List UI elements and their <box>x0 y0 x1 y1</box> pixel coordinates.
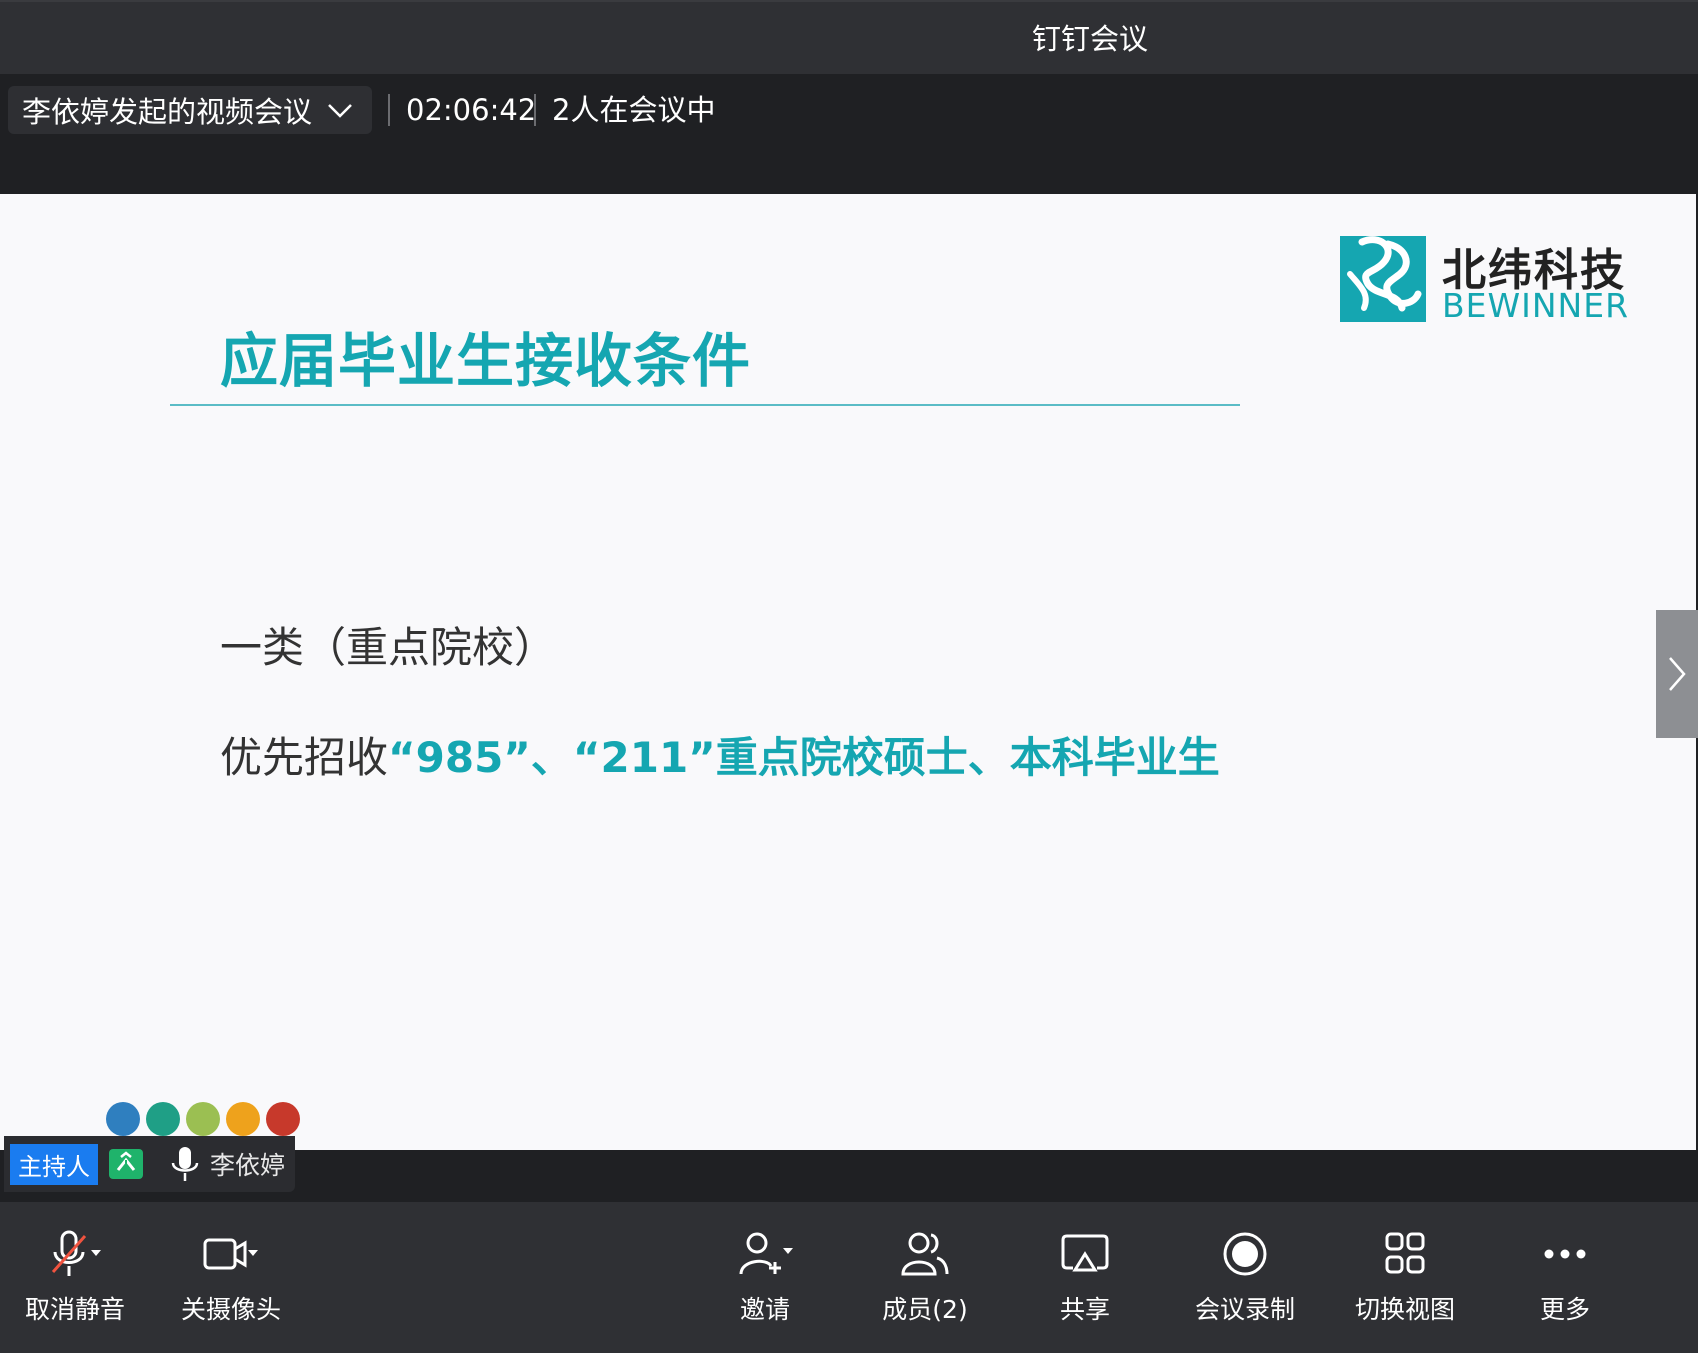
window-title: 钉钉会议 <box>1031 22 1148 56</box>
more-button[interactable]: 更多 <box>1490 1230 1640 1330</box>
dot <box>266 1102 300 1136</box>
invite-button[interactable]: 邀请 <box>690 1230 840 1330</box>
next-page-button[interactable] <box>1656 610 1698 738</box>
users-icon <box>901 1232 949 1276</box>
dot <box>186 1102 220 1136</box>
decorative-dots <box>106 1102 300 1136</box>
chevron-right-icon <box>1669 657 1686 691</box>
participant-count: 2人在会议中 <box>552 93 716 127</box>
members-label: 成员(2) <box>882 1295 968 1324</box>
record-icon <box>1223 1232 1267 1276</box>
members-button[interactable]: 成员(2) <box>850 1230 1000 1330</box>
dot <box>226 1102 260 1136</box>
camera-icon <box>203 1238 258 1270</box>
screen-share-icon <box>109 1149 143 1179</box>
share-label: 共享 <box>1059 1295 1110 1324</box>
divider <box>534 94 536 126</box>
meeting-info-bar: 李依婷发起的视频会议 02:06:42 2人在会议中 <box>0 74 1698 194</box>
dot <box>146 1102 180 1136</box>
slide-category: 一类（重点院校） <box>220 623 557 672</box>
logo-text-en: BEWINNER <box>1442 286 1630 325</box>
heading-underline <box>170 404 1240 406</box>
switch-view-button[interactable]: 切换视图 <box>1330 1230 1480 1330</box>
record-label: 会议录制 <box>1194 1295 1295 1324</box>
screen-share-icon <box>1061 1234 1109 1272</box>
invite-label: 邀请 <box>739 1295 790 1324</box>
active-speaker-tag: 主持人 李依婷 <box>4 1136 296 1192</box>
add-user-icon <box>739 1232 793 1275</box>
grid-view-icon <box>1385 1232 1425 1274</box>
camera-off-label: 关摄像头 <box>180 1295 281 1324</box>
share-button[interactable]: 共享 <box>1010 1230 1160 1330</box>
camera-off-button[interactable]: 关摄像头 <box>156 1230 306 1330</box>
mic-muted-icon <box>51 1230 101 1276</box>
more-dots-icon <box>1544 1249 1586 1259</box>
unmute-button[interactable]: 取消静音 <box>0 1230 150 1330</box>
switch-view-label: 切换视图 <box>1354 1295 1455 1324</box>
meeting-name: 李依婷发起的视频会议 <box>22 95 313 129</box>
dot <box>106 1102 140 1136</box>
logo-mark-icon <box>1340 236 1426 322</box>
slide-body-line: 优先招收“985”、“211”重点院校硕士、本科毕业生 <box>220 724 1220 785</box>
unmute-label: 取消静音 <box>24 1295 125 1324</box>
shared-screen: 北纬科技 BEWINNER 应届毕业生接收条件 一类（重点院校） 优先招收“98… <box>0 194 1696 1150</box>
meeting-toolbar: 取消静音 关摄像头 邀请 成员(2) 共享 会议录制 切换视图 更多 <box>0 1202 1698 1353</box>
record-button[interactable]: 会议录制 <box>1170 1230 1320 1330</box>
window-titlebar: 钉钉会议 <box>0 0 1698 74</box>
speaker-name: 李依婷 <box>210 1151 286 1180</box>
slide-body-prefix: 优先招收 <box>220 733 389 782</box>
host-badge: 主持人 <box>10 1143 98 1185</box>
meeting-timer: 02:06:42 <box>406 93 537 127</box>
chevron-down-icon <box>328 104 352 118</box>
more-label: 更多 <box>1539 1295 1590 1324</box>
company-logo: 北纬科技 BEWINNER <box>1340 234 1628 326</box>
slide-heading: 应届毕业生接收条件 <box>220 327 752 395</box>
microphone-icon <box>171 1147 199 1181</box>
slide-body-highlight: “985”、“211”重点院校硕士、本科毕业生 <box>388 733 1220 782</box>
meeting-name-dropdown[interactable]: 李依婷发起的视频会议 <box>8 86 372 134</box>
divider <box>388 94 390 126</box>
